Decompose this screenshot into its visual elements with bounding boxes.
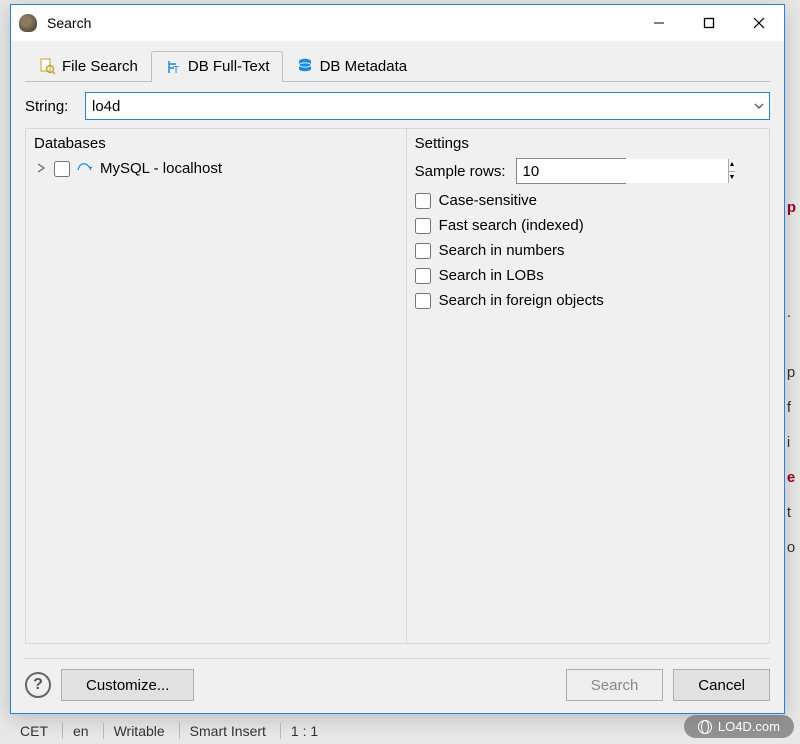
checkbox-label: Search in LOBs bbox=[439, 267, 544, 284]
search-numbers-row[interactable]: Search in numbers bbox=[415, 242, 761, 259]
settings-group: Settings Sample rows: ▲ ▼ bbox=[407, 128, 770, 644]
db-fulltext-icon: T bbox=[164, 58, 182, 76]
maximize-icon bbox=[703, 17, 715, 29]
file-search-icon bbox=[38, 57, 56, 75]
db-label: MySQL - localhost bbox=[100, 160, 222, 177]
databases-group: Databases MySQL - localhost bbox=[25, 128, 407, 644]
tree-item-mysql[interactable]: MySQL - localhost bbox=[34, 158, 398, 179]
search-lobs-checkbox[interactable] bbox=[415, 268, 431, 284]
search-button[interactable]: Search bbox=[566, 669, 664, 701]
checkbox-label: Case-sensitive bbox=[439, 192, 537, 209]
fast-search-row[interactable]: Fast search (indexed) bbox=[415, 217, 761, 234]
titlebar: Search bbox=[11, 5, 784, 41]
fast-search-checkbox[interactable] bbox=[415, 218, 431, 234]
globe-icon bbox=[698, 720, 712, 734]
string-label: String: bbox=[25, 98, 77, 115]
databases-title: Databases bbox=[34, 135, 398, 152]
svg-text:T: T bbox=[173, 65, 179, 76]
tabs: File Search T DB Full-Text DB Metadata bbox=[25, 51, 770, 82]
databases-tree[interactable]: MySQL - localhost bbox=[34, 158, 398, 635]
string-dropdown-button[interactable] bbox=[749, 93, 769, 119]
window-title: Search bbox=[47, 15, 91, 31]
sample-rows-input[interactable] bbox=[517, 159, 728, 183]
expand-toggle[interactable] bbox=[36, 160, 50, 177]
chevron-down-icon bbox=[754, 103, 764, 109]
case-sensitive-row[interactable]: Case-sensitive bbox=[415, 192, 761, 209]
sample-rows-down[interactable]: ▼ bbox=[729, 172, 736, 184]
close-button[interactable] bbox=[734, 5, 784, 41]
tab-label: DB Metadata bbox=[320, 58, 408, 75]
search-foreign-checkbox[interactable] bbox=[415, 293, 431, 309]
string-input[interactable] bbox=[86, 93, 749, 119]
db-metadata-icon bbox=[296, 57, 314, 75]
minimize-button[interactable] bbox=[634, 5, 684, 41]
watermark: LO4D.com bbox=[684, 715, 794, 738]
mysql-icon bbox=[76, 160, 94, 177]
minimize-icon bbox=[653, 17, 665, 29]
checkbox-label: Fast search (indexed) bbox=[439, 217, 584, 234]
search-numbers-checkbox[interactable] bbox=[415, 243, 431, 259]
app-icon bbox=[19, 14, 37, 32]
sample-rows-up[interactable]: ▲ bbox=[729, 159, 736, 172]
search-foreign-row[interactable]: Search in foreign objects bbox=[415, 292, 761, 309]
db-checkbox[interactable] bbox=[54, 161, 70, 177]
checkbox-label: Search in numbers bbox=[439, 242, 565, 259]
background-status-bar: CET en Writable Smart Insert 1 : 1 bbox=[20, 723, 318, 739]
sample-rows-spinner[interactable]: ▲ ▼ bbox=[516, 158, 626, 184]
close-icon bbox=[753, 17, 765, 29]
settings-title: Settings bbox=[415, 135, 761, 152]
help-button[interactable]: ? bbox=[25, 672, 51, 698]
chevron-right-icon bbox=[36, 163, 46, 173]
maximize-button[interactable] bbox=[684, 5, 734, 41]
tab-db-metadata[interactable]: DB Metadata bbox=[283, 51, 421, 81]
cancel-button[interactable]: Cancel bbox=[673, 669, 770, 701]
checkbox-label: Search in foreign objects bbox=[439, 292, 604, 309]
help-icon: ? bbox=[33, 676, 43, 694]
search-lobs-row[interactable]: Search in LOBs bbox=[415, 267, 761, 284]
tab-db-fulltext[interactable]: T DB Full-Text bbox=[151, 51, 283, 82]
customize-button[interactable]: Customize... bbox=[61, 669, 194, 701]
watermark-text: LO4D.com bbox=[718, 719, 780, 734]
tab-label: DB Full-Text bbox=[188, 58, 270, 75]
divider bbox=[25, 658, 770, 659]
tab-file-search[interactable]: File Search bbox=[25, 51, 151, 81]
string-combobox[interactable] bbox=[85, 92, 770, 120]
sample-rows-label: Sample rows: bbox=[415, 163, 506, 180]
case-sensitive-checkbox[interactable] bbox=[415, 193, 431, 209]
tab-label: File Search bbox=[62, 58, 138, 75]
search-dialog: Search File Search T bbox=[10, 4, 785, 714]
